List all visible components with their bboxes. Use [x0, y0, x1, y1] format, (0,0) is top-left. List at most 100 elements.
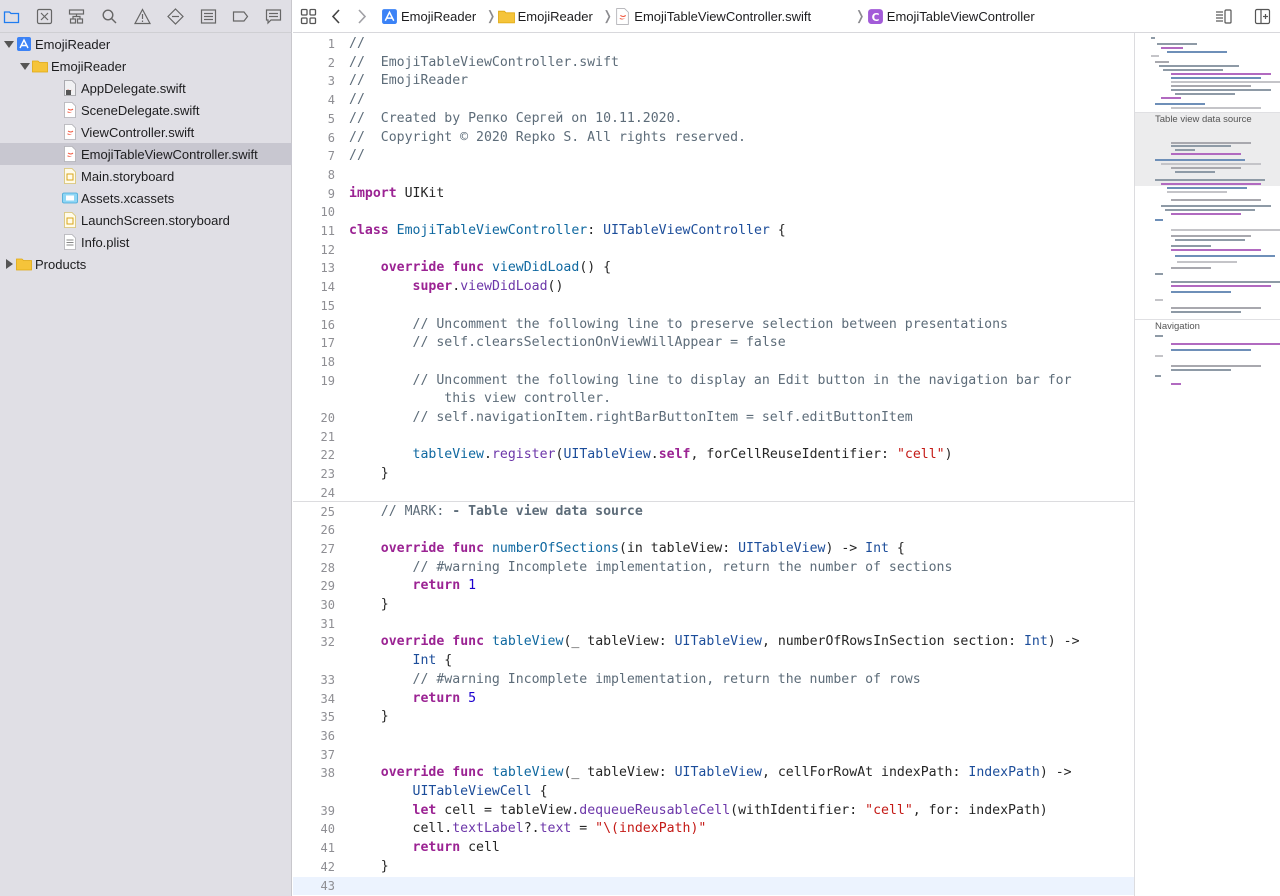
tree-item-swift-locked[interactable]: AppDelegate.swift [0, 77, 292, 99]
disclosure-collapsed-icon[interactable] [3, 258, 15, 270]
source-control-icon[interactable] [36, 8, 53, 25]
disclosure-expanded-icon[interactable] [19, 60, 31, 72]
code-line[interactable]: 5 // Created by Репко Сергей on 10.11.202… [293, 110, 1134, 129]
plist-file-icon [62, 234, 78, 250]
code-line[interactable]: 31 [293, 615, 1134, 634]
line-number: 43 [320, 878, 335, 893]
code-text: // Copyright © 2020 Repko S. All rights … [349, 129, 1114, 148]
code-line[interactable]: 11 class EmojiTableViewController: UITabl… [293, 222, 1134, 241]
find-icon[interactable] [101, 8, 118, 25]
code-line[interactable]: 37 [293, 746, 1134, 765]
code-token: viewDidLoad [491, 260, 580, 276]
code-text: // EmojiReader [349, 72, 1114, 91]
swift-file-icon[interactable] [614, 8, 631, 25]
breadcrumb-item[interactable]: EmojiReader [401, 9, 476, 24]
code-line[interactable]: 34 return 5 [293, 690, 1134, 709]
code-line[interactable]: 19 // Uncomment the following line to di… [293, 372, 1134, 409]
code-line[interactable]: 27 override func numberOfSections(in tab… [293, 540, 1134, 559]
adjust-editor-options-icon[interactable] [1215, 8, 1232, 25]
code-line[interactable]: 18 [293, 353, 1134, 372]
code-line[interactable]: 22 tableView.register(UITableView.self, … [293, 446, 1134, 465]
code-line[interactable]: 38 override func tableView(_ tableView: … [293, 764, 1134, 801]
add-editor-icon[interactable] [1254, 8, 1271, 25]
minimap-code-line [1171, 281, 1280, 283]
breadcrumb-item[interactable]: EmojiTableViewController.swift [634, 9, 811, 24]
code-line[interactable]: 39 let cell = tableView.dequeueReusableC… [293, 802, 1134, 821]
tree-item-swift[interactable]: SceneDelegate.swift [0, 99, 292, 121]
code-line[interactable]: 42 } [293, 858, 1134, 877]
code-line[interactable]: 26 [293, 521, 1134, 540]
minimap-code-line [1175, 239, 1245, 241]
code-token: 1 [468, 578, 477, 594]
tree-item-assets[interactable]: Assets.xcassets [0, 187, 292, 209]
breakpoint-icon[interactable] [232, 8, 249, 25]
code-line[interactable]: 7 // [293, 147, 1134, 166]
tree-item-plist[interactable]: Info.plist [0, 231, 292, 253]
code-line[interactable]: 40 cell.textLabel?.text = "\(indexPath)" [293, 820, 1134, 839]
report-icon[interactable] [265, 8, 282, 25]
code-line[interactable]: 4 // [293, 91, 1134, 110]
code-line[interactable]: 17 // self.clearsSelectionOnViewWillAppe… [293, 334, 1134, 353]
code-line[interactable]: 3 // EmojiReader [293, 72, 1134, 91]
code-line[interactable]: 21 [293, 428, 1134, 447]
back-chevron-icon[interactable] [328, 8, 345, 25]
code-line[interactable]: 30 } [293, 596, 1134, 615]
code-line[interactable]: 36 [293, 727, 1134, 746]
minimap-section-label[interactable]: Navigation [1155, 321, 1200, 332]
folder-icon[interactable] [497, 8, 515, 25]
code-line[interactable]: 14 super.viewDidLoad() [293, 278, 1134, 297]
code-token: . [452, 279, 461, 295]
minimap[interactable]: Table view data source Navigation [1134, 33, 1280, 896]
code-line[interactable]: 41 return cell [293, 839, 1134, 858]
tree-item-storyboard[interactable]: LaunchScreen.storyboard [0, 209, 292, 231]
tree-item-storyboard[interactable]: Main.storyboard [0, 165, 292, 187]
class-icon[interactable]: C [867, 8, 884, 25]
code-line[interactable]: 29 return 1 [293, 577, 1134, 596]
code-line[interactable]: 6 // Copyright © 2020 Repko S. All rights… [293, 129, 1134, 148]
minimap-section-label[interactable]: Table view data source [1155, 114, 1252, 125]
code-line[interactable]: 20 // self.navigationItem.rightBarButton… [293, 409, 1134, 428]
breadcrumb-separator-icon: ❭ [602, 8, 614, 23]
tree-item-folder[interactable]: Products [0, 253, 292, 275]
code-line[interactable]: 9 import UIKit [293, 185, 1134, 204]
code-line[interactable]: 33 // #warning Incomplete implementation… [293, 671, 1134, 690]
tree-item-folder[interactable]: EmojiReader [0, 55, 292, 77]
line-number: 6 [327, 130, 335, 145]
breadcrumb-item[interactable]: EmojiTableViewController [887, 9, 1035, 24]
source-editor[interactable]: 1 // 2 // EmojiTableViewController.swift 3 //… [293, 33, 1134, 896]
minimap-code-line [1155, 335, 1163, 337]
tree-item-label: ViewController.swift [81, 125, 195, 140]
hierarchy-icon[interactable] [68, 8, 85, 25]
code-line[interactable]: 12 [293, 241, 1134, 260]
code-line[interactable]: 15 [293, 297, 1134, 316]
folder-icon[interactable] [3, 8, 20, 25]
code-line[interactable]: 35 } [293, 708, 1134, 727]
code-line[interactable]: 23 } [293, 465, 1134, 484]
tree-item-swift[interactable]: ViewController.swift [0, 121, 292, 143]
project-icon[interactable] [381, 8, 398, 25]
code-line[interactable]: 43 [293, 876, 1134, 896]
jump-bar: EmojiReader ❭ EmojiReader ❭ EmojiTableViewCo… [293, 0, 1280, 33]
disclosure-expanded-icon[interactable] [3, 38, 15, 50]
tree-item-project[interactable]: EmojiReader [0, 33, 292, 55]
breadcrumb-item[interactable]: EmojiReader [518, 9, 593, 24]
code-text: // Uncomment the following line to prese… [349, 316, 1114, 335]
forward-chevron-icon[interactable] [353, 8, 370, 25]
code-line[interactable]: 13 override func viewDidLoad() { [293, 259, 1134, 278]
related-items-grid-icon[interactable] [300, 8, 317, 25]
test-icon[interactable] [167, 8, 184, 25]
code-line[interactable]: 32 override func tableView(_ tableView: … [293, 633, 1134, 670]
code-line[interactable]: 2 // EmojiTableViewController.swift [293, 54, 1134, 73]
code-line[interactable]: 10 [293, 203, 1134, 222]
code-line[interactable]: 28 // #warning Incomplete implementation… [293, 559, 1134, 578]
warning-icon[interactable] [134, 8, 151, 25]
code-line[interactable]: 16 // Uncomment the following line to pr… [293, 316, 1134, 335]
tree-item-swift[interactable]: EmojiTableViewController.swift [0, 143, 292, 165]
breadcrumb-separator-icon: ❭ [854, 8, 866, 23]
debug-icon[interactable] [200, 8, 217, 25]
code-line[interactable]: 1 // [293, 35, 1134, 54]
code-token: viewDidLoad [460, 279, 548, 295]
code-line[interactable]: 8 [293, 166, 1134, 185]
code-line[interactable]: 25 // MARK: - Table view data source [293, 500, 1134, 522]
code-token: () { [579, 260, 612, 276]
